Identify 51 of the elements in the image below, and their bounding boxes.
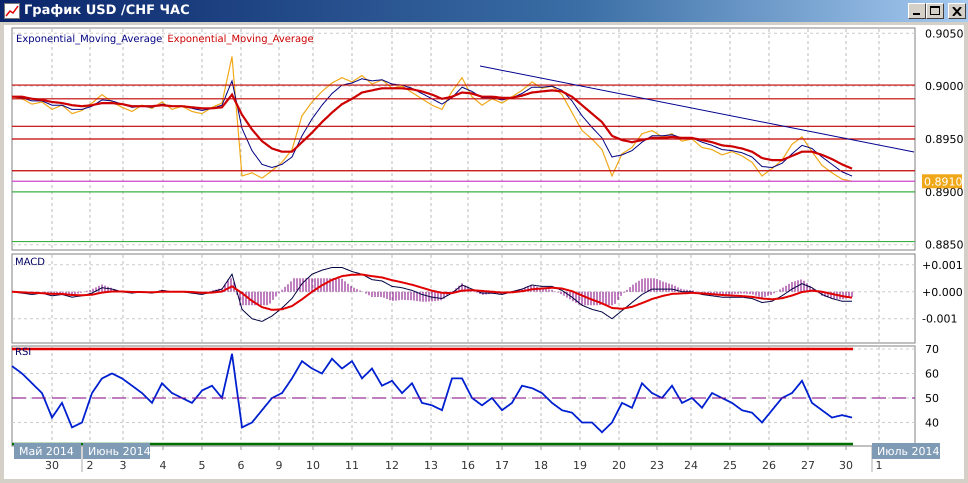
panel-title: MACD	[15, 257, 45, 268]
close-button[interactable]	[948, 3, 966, 19]
maximize-button[interactable]	[926, 3, 944, 19]
date-label: 25	[723, 459, 737, 472]
date-label: 9	[276, 459, 282, 472]
month-label: Май 2014	[14, 443, 81, 459]
month-label: Июль 2014	[872, 443, 940, 459]
window-title: График USD /CHF ЧАС	[24, 2, 190, 20]
axis-label: 0.8950	[925, 133, 964, 146]
date-label: 30	[45, 459, 59, 472]
date-label: 4	[160, 459, 166, 472]
month-label: Июнь 2014	[83, 443, 151, 459]
axis-label: 0.9000	[925, 80, 964, 94]
axis-label: 0.8850	[925, 238, 964, 252]
date-label: 1	[876, 459, 882, 472]
legend-label: Exponential_Moving_Average	[167, 34, 314, 45]
minimize-button[interactable]	[908, 3, 926, 19]
axis-label: +0.001	[922, 258, 963, 272]
axis-label: 0.9050	[925, 27, 964, 40]
axis-label: +0.000	[922, 286, 963, 299]
date-label: 3	[120, 459, 126, 472]
date-label: 5	[198, 459, 206, 472]
maximize-icon	[930, 6, 940, 15]
date-label: 27	[801, 459, 815, 472]
axis-label: 60	[925, 367, 939, 380]
axis-label: 70	[925, 342, 939, 356]
axis-label: -0.001	[922, 312, 958, 326]
date-label: 30	[839, 459, 853, 472]
date-label: 10	[306, 459, 320, 472]
minimize-icon	[913, 13, 920, 15]
price-tag: 0.8910	[922, 174, 962, 188]
axis-label: 50	[925, 392, 939, 405]
panel-title: RSI	[15, 347, 32, 358]
date-label: 11	[345, 459, 359, 472]
date-label: 17	[495, 459, 509, 472]
date-label: 6	[238, 459, 244, 472]
date-label: 20	[612, 459, 626, 472]
date-label: 16	[461, 459, 475, 472]
date-label: 26	[762, 459, 776, 472]
date-label: 18	[534, 459, 548, 472]
date-label: 2	[86, 459, 94, 472]
date-label: 23	[650, 459, 664, 472]
legend-label: Exponential_Moving_Average	[16, 34, 162, 45]
axis-label: 0.8900	[925, 186, 964, 199]
date-label: 12	[385, 459, 399, 472]
date-label: 24	[684, 459, 698, 472]
date-label: 13	[424, 459, 438, 472]
chart-icon	[4, 3, 20, 19]
date-label: 19	[573, 459, 587, 472]
axis-label: 40	[925, 416, 939, 430]
close-icon	[952, 7, 962, 16]
